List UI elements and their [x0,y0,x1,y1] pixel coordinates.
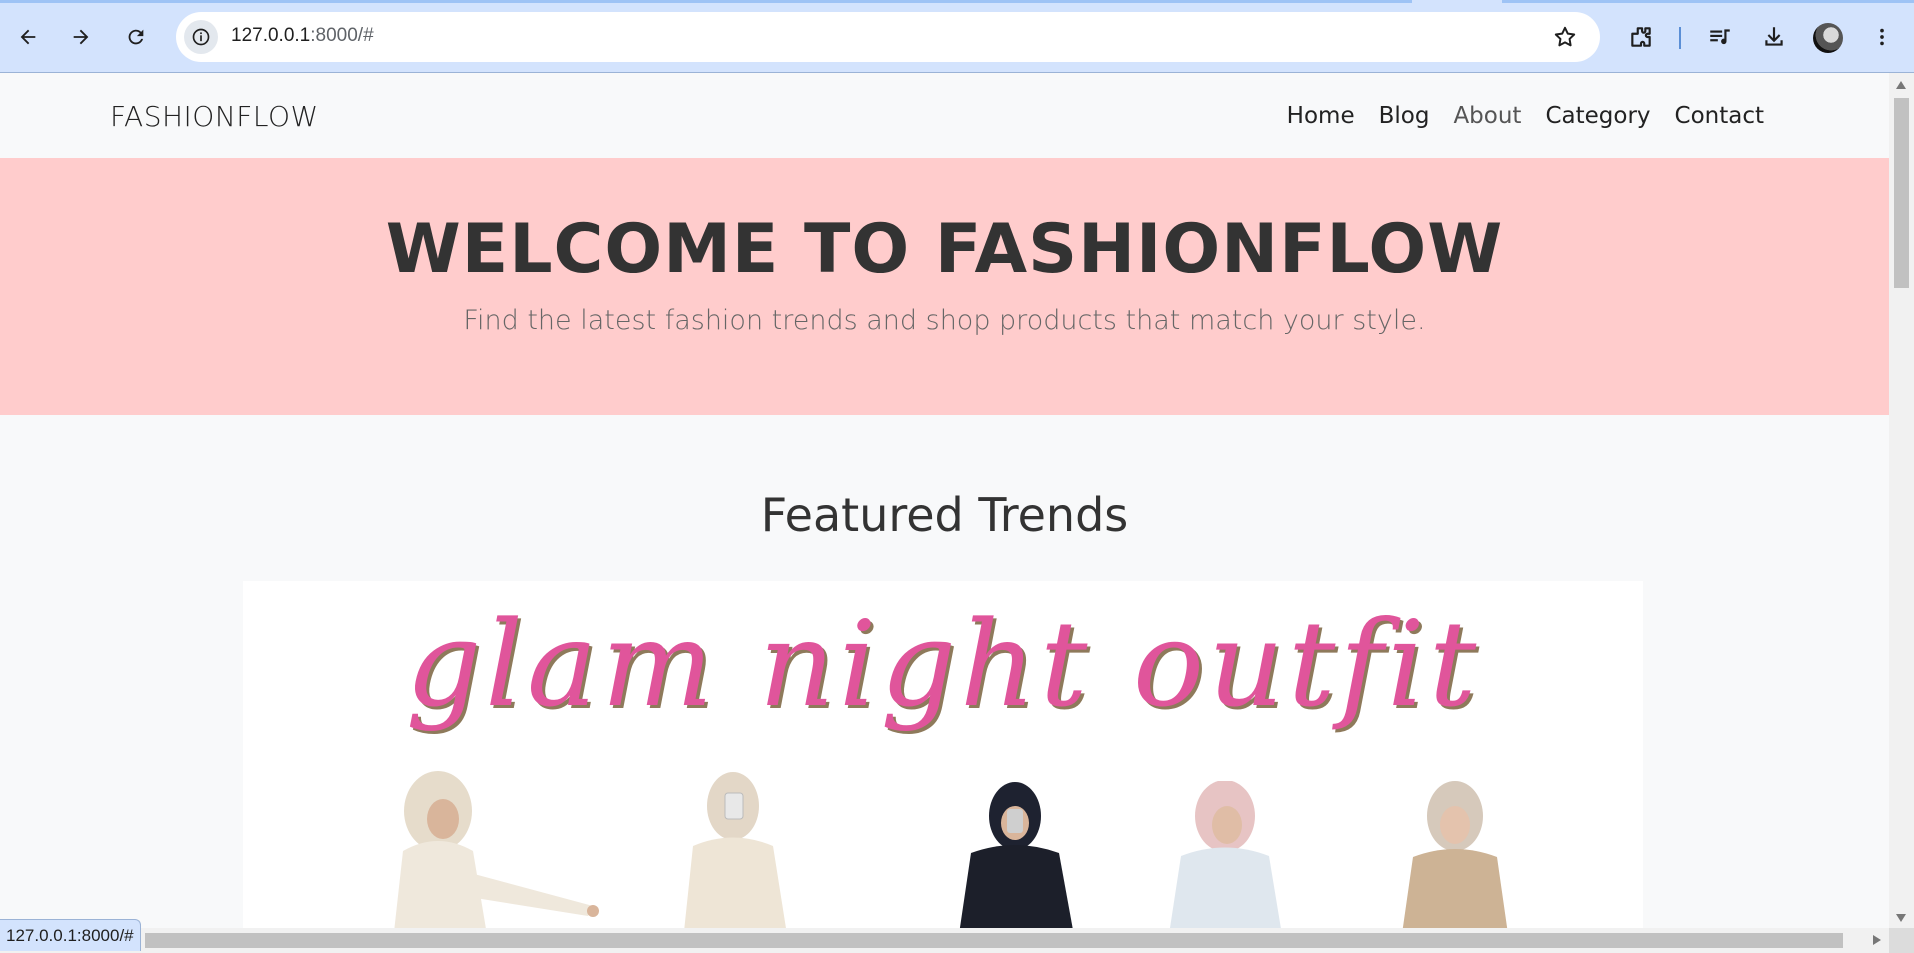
site-navbar: FASHIONFLOW Home Blog About Category Con… [0,73,1889,158]
model-figure-3 [959,782,1073,928]
scroll-up-icon[interactable] [1896,81,1906,89]
featured-title: Featured Trends [760,488,1129,542]
browser-toolbar: 127.0.0.1:8000/# [0,0,1914,73]
hero-section: WELCOME TO FASHIONFLOW Find the latest f… [0,158,1889,415]
nav-category[interactable]: Category [1545,103,1650,129]
reload-icon[interactable] [118,19,154,55]
nav-about[interactable]: About [1453,103,1521,129]
scrollbar-corner [1889,928,1914,953]
url-text: 127.0.0.1:8000/# [231,25,374,47]
download-icon[interactable] [1756,19,1792,55]
featured-banner-image[interactable]: glam night outfit [243,581,1643,928]
nav-home[interactable]: Home [1287,103,1355,129]
horizontal-scroll-thumb[interactable] [145,933,1843,948]
model-figure-5 [1402,781,1508,928]
media-controls-icon[interactable] [1702,19,1738,55]
page-viewport: FASHIONFLOW Home Blog About Category Con… [0,73,1889,928]
back-icon[interactable] [10,19,46,55]
toolbar-separator [1679,27,1681,49]
bookmark-star-icon[interactable] [1552,24,1578,55]
horizontal-scrollbar[interactable] [0,928,1889,953]
url-host: 127.0.0.1 [231,25,311,46]
nav-contact[interactable]: Contact [1675,103,1764,129]
hero-subtitle: Find the latest fashion trends and shop … [463,305,1426,336]
tab-strip-edge [0,0,1914,3]
banner-script-text: glam night outfit [405,595,1481,733]
nav-links: Home Blog About Category Contact [1287,103,1764,129]
address-bar[interactable]: 127.0.0.1:8000/# [176,12,1600,62]
model-figure-1 [394,771,599,928]
url-path: :8000/# [310,25,374,46]
scroll-right-icon[interactable] [1873,935,1881,945]
link-status-bubble: 127.0.0.1:8000/# [0,919,141,951]
menu-kebab-icon[interactable] [1864,19,1900,55]
scroll-down-icon[interactable] [1896,914,1906,922]
extensions-icon[interactable] [1623,19,1659,55]
nav-blog[interactable]: Blog [1379,103,1430,129]
site-brand[interactable]: FASHIONFLOW [110,100,319,133]
hero-title: WELCOME TO FASHIONFLOW [385,210,1504,289]
profile-avatar[interactable] [1813,23,1843,53]
vertical-scroll-thumb[interactable] [1894,98,1909,288]
model-figure-4 [1169,781,1281,928]
vertical-scrollbar[interactable] [1889,73,1914,928]
forward-icon[interactable] [63,19,99,55]
site-info-icon[interactable] [184,20,218,54]
model-figure-2 [684,772,786,928]
